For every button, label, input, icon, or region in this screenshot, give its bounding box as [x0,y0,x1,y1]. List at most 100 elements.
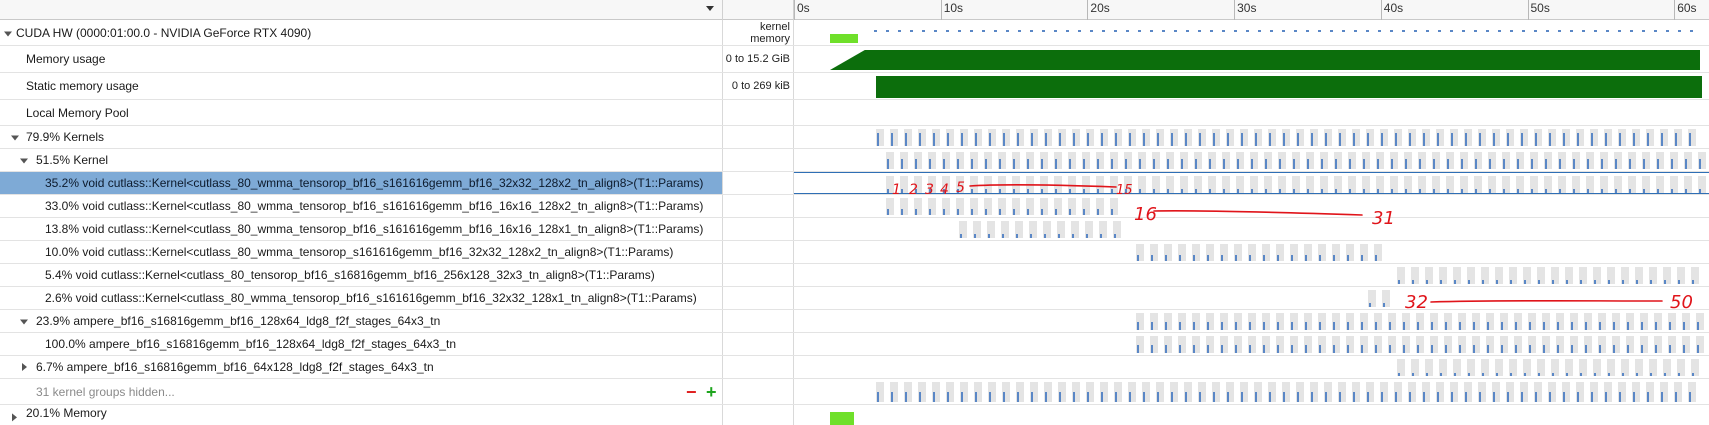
device-row[interactable]: CUDA HW (0000:01:00.0 - NVIDIA GeForce R… [0,20,1709,46]
chevron-down-icon[interactable] [11,135,19,141]
kernel-row-3[interactable]: 13.8% void cutlass::Kernel<cutlass_80_wm… [0,218,1709,241]
kernel-row-5[interactable]: 5.4% void cutlass::Kernel<cutlass_80_ten… [0,264,1709,287]
kernel-2-mark [971,209,973,215]
ampere-sub-mark [1557,345,1559,353]
chevron-down-icon[interactable] [4,31,12,36]
kernel-2-mark [929,209,931,215]
kernel-3-mark [1016,234,1018,238]
ampere-group-mark [1697,322,1699,330]
ampere-sub-mark [1543,345,1545,353]
kernel-1-mark [901,189,903,193]
ampere-other-label: 6.7% ampere_bf16_s16816gemm_bf16_64x128_… [36,360,434,374]
ampere-group-mark [1291,322,1293,330]
ampere-group-name[interactable]: 23.9% ampere_bf16_s16816gemm_bf16_128x64… [0,310,723,332]
kernel-5-mark [1412,280,1414,284]
static-memory-row[interactable]: Static memory usage 0 to 269 kiB [0,73,1709,100]
memory-group-track[interactable] [794,405,1709,425]
kernel-row-2-label: 33.0% void cutlass::Kernel<cutlass_80_wm… [45,199,704,213]
kernels-group-track[interactable] [794,126,1709,148]
kernel-1-mark [999,189,1001,193]
ampere-group-track[interactable] [794,310,1709,332]
time-ruler[interactable]: 0s 10s 20s 30s 40s 50s 60s [794,0,1709,20]
kernel-row-5-name[interactable]: 5.4% void cutlass::Kernel<cutlass_80_ten… [0,264,723,286]
kernel-row-6-track[interactable] [794,287,1709,309]
kernel-row-1-track[interactable] [794,172,1709,194]
ruler-tick [1527,0,1529,20]
kernels-group-mark [1563,133,1565,146]
ampere-sub-mark [1431,345,1433,353]
memory-usage-name[interactable]: Memory usage [0,46,723,72]
kernels-group-mark [1101,133,1103,146]
expand-plus-button[interactable]: + [706,383,717,401]
ampere-sub-track[interactable] [794,333,1709,355]
kernel-1-mark [1013,189,1015,193]
kernel-row-3-track[interactable] [794,218,1709,240]
kernel-sub-row[interactable]: 51.5% Kernel [0,149,1709,172]
kernel-1-mark [1685,189,1687,193]
device-track[interactable] [794,20,1709,45]
device-kernel-tick [1198,30,1201,32]
chevron-down-icon[interactable] [20,319,28,325]
kernels-group-mark [1185,133,1187,146]
chevron-right-icon[interactable] [22,363,27,371]
device-row-name[interactable]: CUDA HW (0000:01:00.0 - NVIDIA GeForce R… [0,20,723,45]
ampere-sub-row[interactable]: 100.0% ampere_bf16_s16816gemm_bf16_128x6… [0,333,1709,356]
device-kernel-tick [1006,30,1009,32]
collapse-minus-button[interactable]: − [686,383,697,401]
memory-group-row[interactable]: 20.1% Memory [0,405,1709,425]
kernel-row-2-name[interactable]: 33.0% void cutlass::Kernel<cutlass_80_wm… [0,195,723,217]
kernel-row-2[interactable]: 33.0% void cutlass::Kernel<cutlass_80_wm… [0,195,1709,218]
hidden-groups-mark [1507,392,1509,402]
ampere-other-mark [1664,373,1666,376]
ampere-sub-mark [1263,345,1265,353]
static-memory-track[interactable] [794,73,1709,99]
device-kernel-tick [1630,30,1633,32]
chevron-down-icon[interactable] [706,6,714,11]
hidden-groups-track[interactable] [794,379,1709,404]
ampere-other-track[interactable] [794,356,1709,378]
kernel-sub-name[interactable]: 51.5% Kernel [0,149,723,171]
kernel-row-6[interactable]: 2.6% void cutlass::Kernel<cutlass_80_wmm… [0,287,1709,310]
kernel-1-mark [1671,189,1673,193]
kernel-row-3-name[interactable]: 13.8% void cutlass::Kernel<cutlass_80_wm… [0,218,723,240]
kernel-row-4[interactable]: 10.0% void cutlass::Kernel<cutlass_80_wm… [0,241,1709,264]
chevron-down-icon[interactable] [20,158,28,164]
timeline-header: 0s 10s 20s 30s 40s 50s 60s [0,0,1709,20]
memory-usage-row[interactable]: Memory usage 0 to 15.2 GiB [0,46,1709,73]
hidden-groups-mark [891,392,893,402]
ampere-other-mark [1524,373,1526,376]
kernel-row-5-track[interactable] [794,264,1709,286]
kernel-1-mark [985,189,987,193]
kernel-row-1-name[interactable]: 35.2% void cutlass::Kernel<cutlass_80_wm… [0,172,723,194]
kernels-group-row[interactable]: 79.9% Kernels [0,126,1709,149]
ampere-sub-name[interactable]: 100.0% ampere_bf16_s16816gemm_bf16_128x6… [0,333,723,355]
device-kernel-tick [1138,30,1141,32]
kernel-row-1[interactable]: 35.2% void cutlass::Kernel<cutlass_80_wm… [0,172,1709,195]
chevron-right-icon[interactable] [12,413,17,422]
device-kernel-tick [994,30,997,32]
ampere-group-row[interactable]: 23.9% ampere_bf16_s16816gemm_bf16_128x64… [0,310,1709,333]
kernels-group-mark [1633,133,1635,146]
kernel-sub-track[interactable] [794,149,1709,171]
kernel-row-4-name[interactable]: 10.0% void cutlass::Kernel<cutlass_80_wm… [0,241,723,263]
ampere-sub-mark [1683,345,1685,353]
kernel-sub-mark [1181,159,1183,169]
static-memory-name[interactable]: Static memory usage [0,73,723,99]
local-pool-track[interactable] [794,100,1709,125]
kernel-2-mark [915,209,917,215]
memory-group-name[interactable]: 20.1% Memory [0,405,723,425]
ruler-tick-label: 40s [1383,1,1404,15]
kernel-row-4-track[interactable] [794,241,1709,263]
kernel-row-6-name[interactable]: 2.6% void cutlass::Kernel<cutlass_80_wmm… [0,287,723,309]
kernels-group-name[interactable]: 79.9% Kernels [0,126,723,148]
local-pool-name[interactable]: Local Memory Pool [0,100,723,125]
kernel-row-3-mid [723,218,794,240]
kernel-5-mark [1622,280,1624,284]
memory-usage-track[interactable] [794,46,1709,72]
kernel-row-2-track[interactable] [794,195,1709,217]
kernel-row-1-mid [723,172,794,194]
local-pool-row[interactable]: Local Memory Pool [0,100,1709,126]
kernels-group-mark [1619,133,1621,146]
ampere-other-name[interactable]: 6.7% ampere_bf16_s16816gemm_bf16_64x128_… [0,356,723,378]
ampere-other-row[interactable]: 6.7% ampere_bf16_s16816gemm_bf16_64x128_… [0,356,1709,379]
